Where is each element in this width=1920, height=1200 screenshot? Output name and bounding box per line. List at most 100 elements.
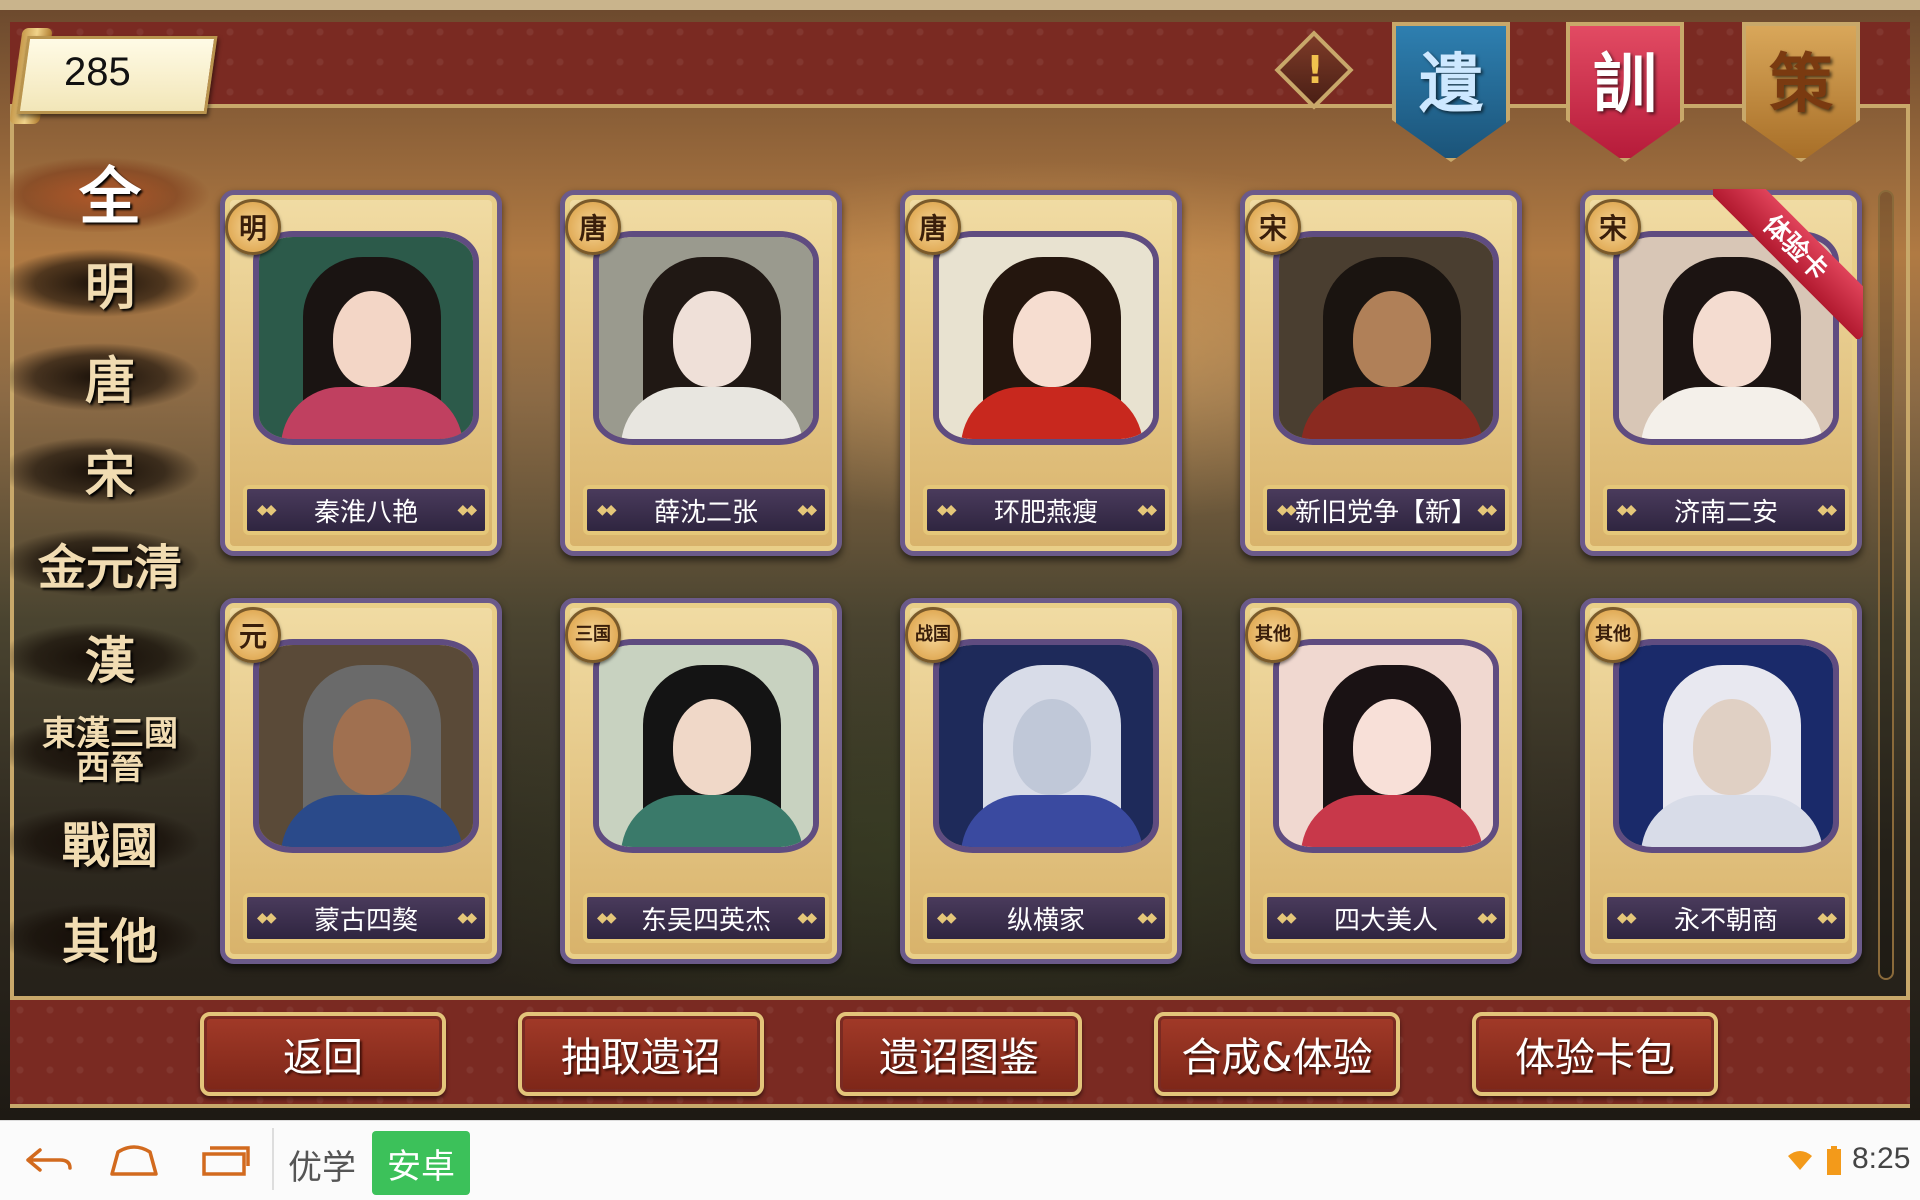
ornament-icon: ◆◆ [597, 910, 616, 926]
ornament-icon: ◆◆ [257, 910, 276, 926]
portrait-face [1013, 699, 1091, 795]
portrait [593, 231, 819, 445]
ornament-icon: ◆◆ [1817, 910, 1836, 926]
ornament-icon: ◆◆ [1617, 910, 1636, 926]
portrait-robe [621, 795, 803, 847]
ornament-icon: ◆◆ [257, 502, 276, 518]
portrait [253, 639, 479, 853]
portrait-robe [281, 795, 463, 847]
wifi-icon [1788, 1151, 1812, 1170]
app-label[interactable]: 优学 [288, 1140, 356, 1189]
hero-card[interactable]: 三国 ◆◆ 东吴四英杰 ◆◆ [560, 598, 842, 964]
portrait [253, 231, 479, 445]
nav-divider [272, 1128, 274, 1190]
portrait-robe [961, 795, 1143, 847]
era-badge: 三国 [565, 607, 621, 663]
name-plate: ◆◆ 蒙古四獒 ◆◆ [243, 893, 489, 943]
ornament-icon: ◆◆ [1477, 502, 1496, 518]
hero-card[interactable]: 唐 ◆◆ 薛沈二张 ◆◆ [560, 190, 842, 556]
gold-value: 285 [64, 50, 131, 94]
era-badge: 战国 [905, 607, 961, 663]
portrait [1273, 231, 1499, 445]
category-item[interactable]: 明 [10, 242, 210, 324]
recent-apps-icon[interactable] [196, 1140, 252, 1180]
hero-card[interactable]: 元 ◆◆ 蒙古四獒 ◆◆ [220, 598, 502, 964]
ornament-icon: ◆◆ [1137, 910, 1156, 926]
hero-card[interactable]: 其他 ◆◆ 四大美人 ◆◆ [1240, 598, 1522, 964]
hero-card[interactable]: 战国 ◆◆ 纵横家 ◆◆ [900, 598, 1182, 964]
portrait-face [1693, 699, 1771, 795]
portrait-face [673, 699, 751, 795]
hero-card[interactable]: 唐 ◆◆ 环肥燕瘦 ◆◆ [900, 190, 1182, 556]
portrait-face [673, 291, 751, 387]
era-badge: 明 [225, 199, 281, 255]
name-plate: ◆◆ 新旧党争【新】 ◆◆ [1263, 485, 1509, 535]
back-button[interactable]: 返回 [200, 1012, 446, 1096]
draw-edict-button[interactable]: 抽取遗诏 [518, 1012, 764, 1096]
hero-card[interactable]: 其他 ◆◆ 永不朝商 ◆◆ [1580, 598, 1862, 964]
name-plate: ◆◆ 薛沈二张 ◆◆ [583, 485, 829, 535]
category-item[interactable]: 戰國 [10, 800, 210, 882]
card-name: 新旧党争【新】 [1294, 497, 1477, 528]
portrait-robe [1641, 795, 1823, 847]
ornament-icon: ◆◆ [1137, 502, 1156, 518]
category-item[interactable]: 其他 [10, 896, 210, 978]
portrait-robe [281, 387, 463, 439]
portrait-face [1353, 291, 1431, 387]
portrait [1613, 639, 1839, 853]
era-badge: 元 [225, 607, 281, 663]
warning-glyph[interactable]: ! [1300, 40, 1330, 100]
card-name: 济南二安 [1673, 497, 1778, 528]
category-item[interactable]: 宋 [10, 430, 210, 512]
trial-card-pack-button[interactable]: 体验卡包 [1472, 1012, 1718, 1096]
era-badge: 宋 [1585, 199, 1641, 255]
portrait [933, 231, 1159, 445]
trial-ribbon-label: 体验卡 [1713, 189, 1863, 339]
era-badge: 唐 [905, 199, 961, 255]
hero-card[interactable]: 明 ◆◆ 秦淮八艳 ◆◆ [220, 190, 502, 556]
name-plate: ◆◆ 四大美人 ◆◆ [1263, 893, 1509, 943]
portrait-robe [1301, 387, 1483, 439]
category-item[interactable]: 唐 [10, 336, 210, 418]
era-badge: 其他 [1585, 607, 1641, 663]
hero-card[interactable]: 宋 ◆◆ 新旧党争【新】 ◆◆ [1240, 190, 1522, 556]
portrait [593, 639, 819, 853]
category-item[interactable]: 漢 [10, 616, 210, 698]
ornament-icon: ◆◆ [797, 910, 816, 926]
portrait-robe [1301, 795, 1483, 847]
category-item[interactable]: 東漢三國西晉 [10, 706, 210, 796]
back-icon[interactable] [20, 1140, 76, 1180]
card-name: 秦淮八艳 [313, 497, 418, 528]
ornament-icon: ◆◆ [1277, 910, 1296, 926]
category-item[interactable]: 金元清 [10, 522, 210, 604]
portrait-face [333, 699, 411, 795]
home-icon[interactable] [106, 1140, 162, 1180]
portrait [1273, 639, 1499, 853]
portrait-robe [621, 387, 803, 439]
portrait [933, 639, 1159, 853]
combine-trial-button[interactable]: 合成&体验 [1154, 1012, 1400, 1096]
ornament-icon: ◆◆ [937, 502, 956, 518]
category-menu: 全明唐宋金元清漢東漢三國西晉 戰國其他 [10, 150, 210, 980]
ornament-icon: ◆◆ [937, 910, 956, 926]
ornament-icon: ◆◆ [457, 910, 476, 926]
name-plate: ◆◆ 济南二安 ◆◆ [1603, 485, 1849, 535]
portrait-face [1013, 291, 1091, 387]
edict-gallery-button[interactable]: 遗诏图鉴 [836, 1012, 1082, 1096]
battery-icon [1827, 1146, 1841, 1175]
portrait-face [333, 291, 411, 387]
card-name: 东吴四英杰 [640, 905, 771, 936]
category-item[interactable]: 全 [10, 150, 210, 233]
portrait-face [1353, 699, 1431, 795]
ornament-icon: ◆◆ [1817, 502, 1836, 518]
hero-card[interactable]: 宋 体验卡 ◆◆ 济南二安 ◆◆ [1580, 189, 1863, 556]
name-plate: ◆◆ 秦淮八艳 ◆◆ [243, 485, 489, 535]
ornament-icon: ◆◆ [1277, 502, 1296, 518]
app-chip-button[interactable]: 安卓 [372, 1131, 470, 1195]
name-plate: ◆◆ 东吴四英杰 ◆◆ [583, 893, 829, 943]
card-scrollbar[interactable] [1878, 190, 1894, 980]
ornament-icon: ◆◆ [597, 502, 616, 518]
card-name: 薛沈二张 [653, 497, 758, 528]
card-name: 四大美人 [1333, 905, 1438, 936]
name-plate: ◆◆ 环肥燕瘦 ◆◆ [923, 485, 1169, 535]
